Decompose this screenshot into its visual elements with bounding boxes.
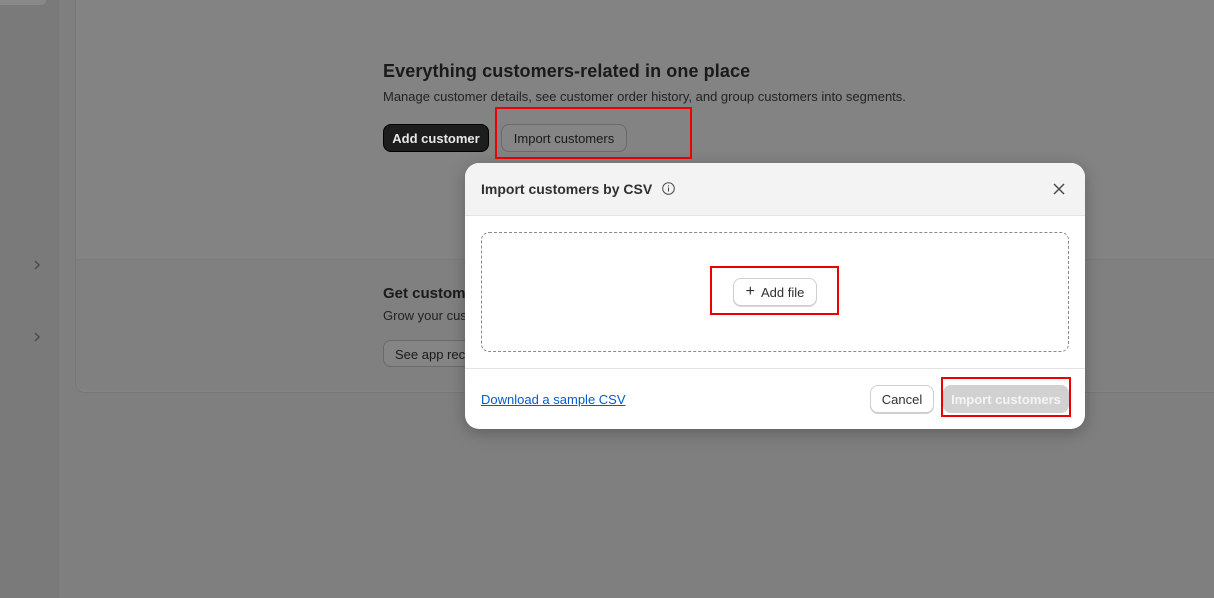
section-description: Grow your cus bbox=[383, 308, 467, 323]
modal-title: Import customers by CSV bbox=[481, 181, 653, 197]
close-icon[interactable] bbox=[1052, 182, 1066, 196]
modal-header: Import customers by CSV bbox=[465, 163, 1085, 216]
info-icon[interactable] bbox=[662, 182, 675, 195]
section-title: Get custome bbox=[383, 285, 474, 302]
highlight-box bbox=[495, 107, 692, 159]
cancel-button[interactable]: Cancel bbox=[870, 385, 934, 413]
sidebar bbox=[0, 0, 59, 598]
sidebar-tab[interactable] bbox=[0, 0, 46, 5]
add-customer-button[interactable]: Add customer bbox=[383, 124, 489, 152]
page-title: Everything customers-related in one plac… bbox=[383, 61, 751, 81]
highlight-box bbox=[941, 377, 1071, 417]
chevron-right-icon[interactable] bbox=[31, 331, 43, 343]
import-customers-modal: Import customers by CSV + Add file Downl… bbox=[465, 163, 1085, 429]
chevron-right-icon[interactable] bbox=[31, 259, 43, 271]
highlight-box bbox=[710, 266, 839, 315]
page-description: Manage customer details, see customer or… bbox=[383, 89, 906, 104]
download-sample-csv-link[interactable]: Download a sample CSV bbox=[481, 392, 626, 407]
